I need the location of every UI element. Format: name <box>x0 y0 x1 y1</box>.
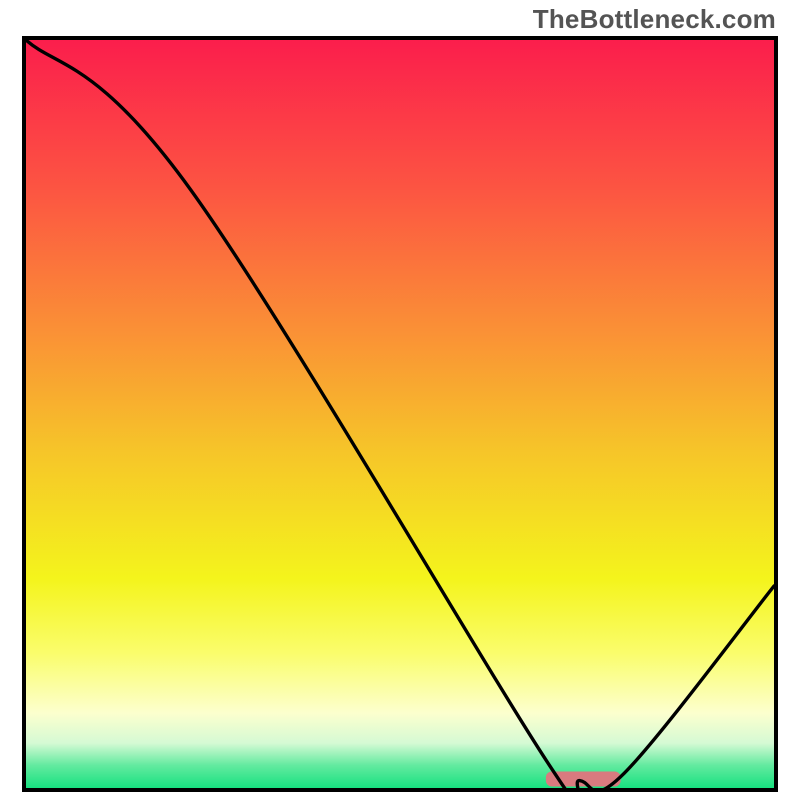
chart-plot-area <box>22 36 778 792</box>
watermark-label: TheBottleneck.com <box>533 4 776 35</box>
bottleneck-curve-path <box>26 40 774 788</box>
chart-overlay <box>26 40 774 788</box>
